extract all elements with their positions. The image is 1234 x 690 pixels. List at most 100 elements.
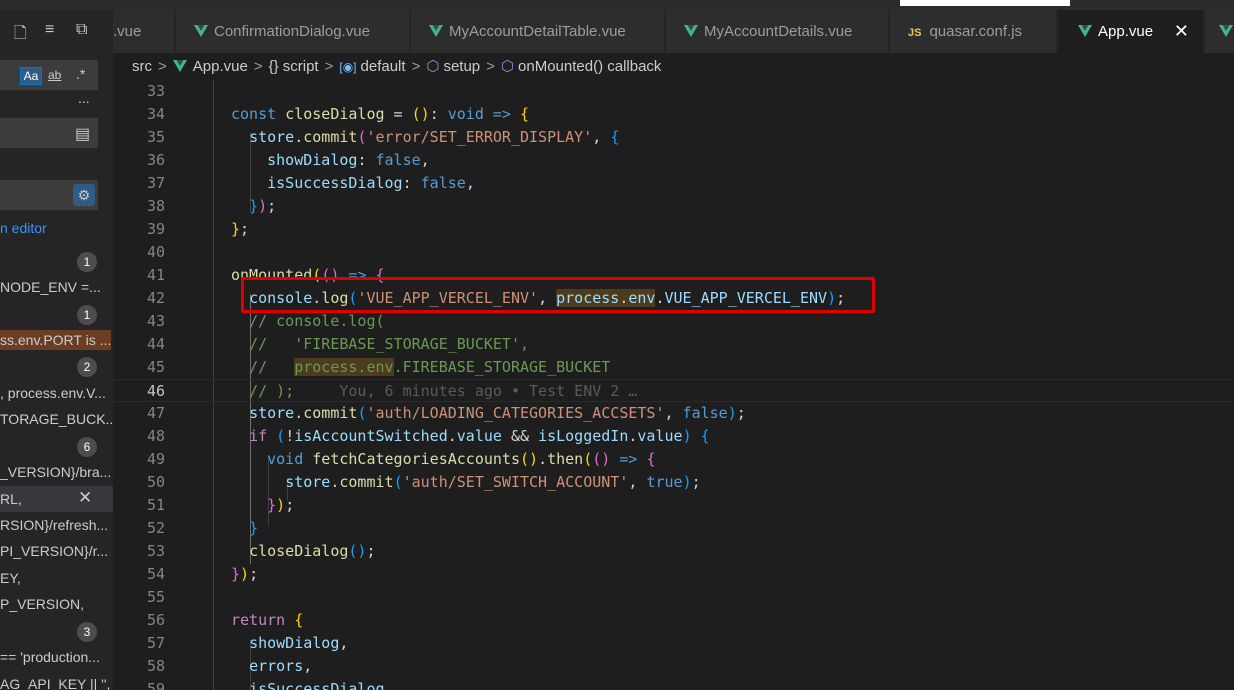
search-result-item[interactable]: ss.env.PORT is ...: [0, 330, 112, 350]
window-title-strip: [0, 0, 1234, 10]
code-line[interactable]: 59 isSuccessDialog,: [113, 678, 1234, 690]
line-number: 57: [146, 634, 165, 652]
code-line[interactable]: 39};: [113, 218, 1234, 241]
breadcrumb-item-file[interactable]: App.vue: [193, 53, 248, 80]
search-result-item[interactable]: PI_VERSION}/r...: [0, 541, 108, 561]
line-code: void fetchCategoriesAccounts().then(() =…: [267, 450, 656, 468]
line-number: 56: [146, 611, 165, 629]
line-number: 54: [146, 565, 165, 583]
line-number: 58: [146, 657, 165, 675]
match-case-toggle[interactable]: Aa: [20, 67, 42, 85]
search-result-item[interactable]: , process.env.V...: [0, 383, 106, 403]
settings-gear-icon[interactable]: ⚙: [73, 184, 95, 206]
code-line[interactable]: 46 // ); You, 6 minutes ago • Test ENV 2…: [113, 379, 1234, 402]
result-count-badge: 6: [77, 437, 97, 457]
code-line[interactable]: 38 });: [113, 195, 1234, 218]
tab-vue-file[interactable]: .vue: [113, 10, 175, 53]
search-result-item[interactable]: RSION}/refresh...: [0, 515, 108, 535]
tab-label: quasar.conf.js: [929, 23, 1023, 40]
line-code: if (!isAccountSwitched.value && isLogged…: [249, 427, 710, 445]
tab-quasar-conf[interactable]: JS quasar.conf.js: [890, 10, 1057, 53]
line-number: 59: [146, 680, 165, 690]
result-count-badge: 1: [77, 305, 97, 325]
code-line[interactable]: 49 void fetchCategoriesAccounts().then((…: [113, 448, 1234, 471]
tab-app-vue[interactable]: App.vue ✕: [1058, 10, 1204, 53]
collapse-all-icon[interactable]: ⧉: [76, 21, 87, 39]
breadcrumb-item-src[interactable]: src: [132, 53, 152, 80]
symbol-method-icon: ⬡: [426, 58, 440, 75]
code-line[interactable]: 54});: [113, 563, 1234, 586]
tab-my-account-detail-table[interactable]: MyAccountDetailTable.vue: [411, 10, 665, 53]
search-result-item[interactable]: TORAGE_BUCK...: [0, 409, 113, 429]
search-result-item[interactable]: P_VERSION,: [0, 594, 84, 614]
search-sidebar: 🗋 ≡ ⧉ Aa ab .* ... ▤ ⚙ n editor 1 NODE_E…: [0, 10, 113, 690]
code-line[interactable]: 44 // 'FIREBASE_STORAGE_BUCKET',: [113, 333, 1234, 356]
match-whole-word-toggle[interactable]: ab: [48, 68, 61, 82]
code-line[interactable]: 51 });: [113, 494, 1234, 517]
code-line[interactable]: 45 // process.env.FIREBASE_STORAGE_BUCKE…: [113, 356, 1234, 379]
code-line[interactable]: 47 store.commit('auth/LOADING_CATEGORIES…: [113, 402, 1234, 425]
vue-icon: [429, 25, 443, 37]
code-line[interactable]: 48 if (!isAccountSwitched.value && isLog…: [113, 425, 1234, 448]
vue-icon: [172, 60, 187, 72]
code-line[interactable]: 43 // console.log(: [113, 310, 1234, 333]
search-result-item[interactable]: AG_API_KEY || '',: [0, 674, 110, 690]
line-code: };: [231, 220, 250, 238]
regex-toggle[interactable]: .*: [76, 66, 85, 82]
tab-my-account-details[interactable]: MyAccountDetails.vue: [666, 10, 889, 53]
code-line[interactable]: 58 errors,: [113, 655, 1234, 678]
result-count-badge: 1: [77, 252, 97, 272]
javascript-file-icon: JS: [908, 27, 922, 39]
code-editor[interactable]: 33 34 const closeDialog = (): void => {35 …: [113, 80, 1234, 690]
line-code: store.commit('auth/SET_SWITCH_ACCOUNT', …: [285, 473, 701, 491]
tab-overflow[interactable]: [1205, 10, 1234, 53]
breadcrumb-item-setup[interactable]: setup: [443, 53, 480, 80]
tab-label: .vue: [113, 23, 142, 40]
search-result-item[interactable]: EY,: [0, 568, 21, 588]
code-line[interactable]: 37 isSuccessDialog: false,: [113, 172, 1234, 195]
more-options-icon[interactable]: ...: [78, 90, 90, 106]
line-number: 55: [146, 588, 165, 606]
breadcrumb-item-callback[interactable]: onMounted() callback: [518, 53, 661, 80]
annotation-highlight-box: [241, 277, 875, 313]
new-file-icon[interactable]: 🗋: [14, 22, 27, 49]
breadcrumb-separator: >: [486, 58, 495, 75]
search-result-item[interactable]: RL,: [0, 489, 22, 509]
breadcrumb-item-script[interactable]: {} script: [269, 53, 319, 80]
line-number: 47: [146, 404, 165, 422]
dismiss-result-icon[interactable]: ✕: [78, 488, 92, 508]
line-code: showDialog: false,: [267, 151, 430, 169]
vue-icon: [194, 25, 208, 37]
code-line[interactable]: 52 }: [113, 517, 1234, 540]
line-code: });: [231, 565, 259, 583]
search-result-item[interactable]: _VERSION}/bra...: [0, 462, 111, 482]
breadcrumb-item-default[interactable]: default: [361, 53, 406, 80]
code-line[interactable]: 35 store.commit('error/SET_ERROR_DISPLAY…: [113, 126, 1234, 149]
line-code: }: [249, 519, 259, 537]
line-number: 34: [146, 105, 165, 123]
code-line[interactable]: 34 const closeDialog = (): void => {: [113, 103, 1234, 126]
tab-confirmation-dialog[interactable]: ConfirmationDialog.vue: [176, 10, 410, 53]
line-code: closeDialog();: [249, 542, 376, 560]
code-line[interactable]: 56 return {: [113, 609, 1234, 632]
code-line[interactable]: 53 closeDialog();: [113, 540, 1234, 563]
line-number: 42: [146, 289, 165, 307]
line-number: 49: [146, 450, 165, 468]
list-view-icon[interactable]: ≡: [45, 21, 54, 39]
code-line[interactable]: 57 showDialog,: [113, 632, 1234, 655]
code-line[interactable]: 33: [113, 80, 1234, 103]
search-result-item[interactable]: NODE_ENV =...: [0, 277, 101, 297]
line-code: });: [267, 496, 295, 514]
tab-label: App.vue: [1098, 23, 1154, 40]
open-in-editor-link[interactable]: n editor: [0, 218, 47, 238]
code-line[interactable]: 36 showDialog: false,: [113, 149, 1234, 172]
close-icon[interactable]: ✕: [1174, 10, 1189, 53]
code-line[interactable]: 50 store.commit('auth/SET_SWITCH_ACCOUNT…: [113, 471, 1234, 494]
editor-tab-bar: .vue ConfirmationDialog.vue MyAccountDet…: [113, 10, 1234, 53]
breadcrumb-separator: >: [324, 58, 334, 75]
book-icon[interactable]: ▤: [75, 124, 90, 144]
code-line[interactable]: 40: [113, 241, 1234, 264]
search-result-item[interactable]: == 'production...: [0, 647, 100, 667]
code-line[interactable]: 55: [113, 586, 1234, 609]
tab-label: MyAccountDetailTable.vue: [449, 23, 626, 40]
